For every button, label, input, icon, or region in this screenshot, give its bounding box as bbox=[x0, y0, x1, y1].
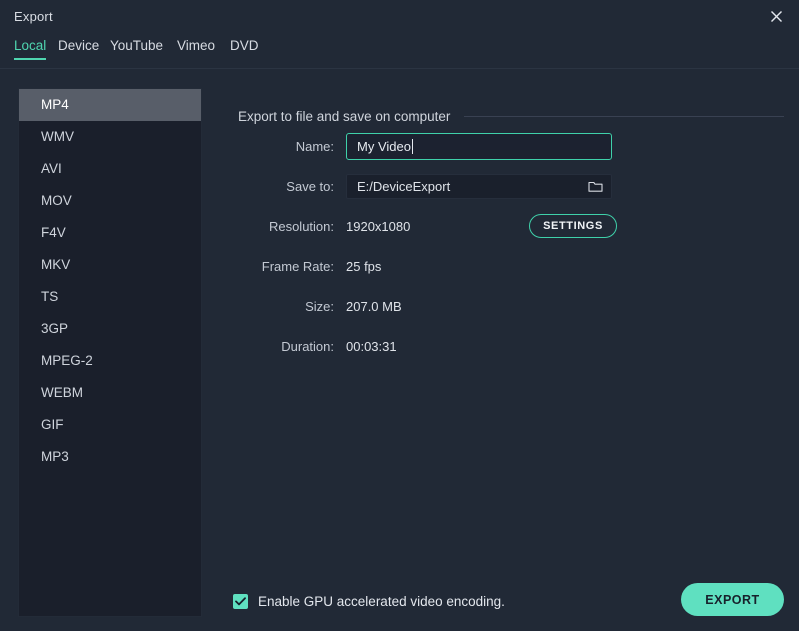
close-button[interactable] bbox=[753, 0, 799, 33]
format-item-f4v[interactable]: F4V bbox=[19, 217, 201, 249]
frame-rate-value: 25 fps bbox=[346, 259, 381, 274]
tab-local[interactable]: Local bbox=[14, 38, 46, 60]
save-to-row: Save to: E:/DeviceExport bbox=[214, 174, 784, 198]
title-bar: Export bbox=[0, 0, 799, 33]
tab-bar: Local Device YouTube Vimeo DVD bbox=[0, 38, 799, 66]
duration-value: 00:03:31 bbox=[346, 339, 397, 354]
size-row: Size: 207.0 MB bbox=[214, 294, 784, 318]
format-item-avi[interactable]: AVI bbox=[19, 153, 201, 185]
format-item-gif[interactable]: GIF bbox=[19, 409, 201, 441]
tab-youtube[interactable]: YouTube bbox=[110, 38, 163, 60]
resolution-value: 1920x1080 bbox=[346, 219, 410, 234]
format-item-mpeg2[interactable]: MPEG-2 bbox=[19, 345, 201, 377]
name-input[interactable]: My Video bbox=[346, 133, 612, 160]
format-item-mkv[interactable]: MKV bbox=[19, 249, 201, 281]
resolution-label: Resolution: bbox=[214, 219, 346, 234]
duration-label: Duration: bbox=[214, 339, 346, 354]
frame-rate-row: Frame Rate: 25 fps bbox=[214, 254, 784, 278]
format-list: MP4 WMV AVI MOV F4V MKV TS 3GP MPEG-2 WE… bbox=[19, 89, 201, 473]
section-header-label: Export to file and save on computer bbox=[238, 109, 450, 124]
format-list-panel: MP4 WMV AVI MOV F4V MKV TS 3GP MPEG-2 WE… bbox=[18, 88, 202, 617]
browse-folder-button[interactable] bbox=[585, 177, 605, 195]
close-icon bbox=[770, 10, 783, 23]
section-header: Export to file and save on computer bbox=[238, 108, 784, 124]
gpu-checkbox[interactable] bbox=[233, 594, 248, 609]
tab-dvd[interactable]: DVD bbox=[230, 38, 259, 60]
save-to-value: E:/DeviceExport bbox=[357, 179, 450, 194]
size-label: Size: bbox=[214, 299, 346, 314]
gpu-checkbox-label: Enable GPU accelerated video encoding. bbox=[258, 594, 505, 609]
text-caret bbox=[412, 139, 413, 154]
window-title: Export bbox=[14, 9, 53, 24]
tab-device[interactable]: Device bbox=[58, 38, 99, 60]
export-dialog: Export Local Device YouTube Vimeo DVD MP… bbox=[0, 0, 799, 631]
check-icon bbox=[235, 597, 246, 606]
export-button[interactable]: EXPORT bbox=[681, 583, 784, 616]
gpu-checkbox-row[interactable]: Enable GPU accelerated video encoding. bbox=[233, 594, 505, 609]
save-to-label: Save to: bbox=[214, 179, 346, 194]
name-input-value: My Video bbox=[357, 139, 411, 154]
export-settings-pane: Export to file and save on computer Name… bbox=[214, 88, 784, 568]
resolution-row: Resolution: 1920x1080 SETTINGS bbox=[214, 214, 784, 238]
folder-icon bbox=[588, 180, 603, 193]
format-item-3gp[interactable]: 3GP bbox=[19, 313, 201, 345]
name-row: Name: My Video bbox=[214, 134, 784, 158]
frame-rate-label: Frame Rate: bbox=[214, 259, 346, 274]
size-value: 207.0 MB bbox=[346, 299, 402, 314]
format-item-webm[interactable]: WEBM bbox=[19, 377, 201, 409]
format-item-mp3[interactable]: MP3 bbox=[19, 441, 201, 473]
format-item-wmv[interactable]: WMV bbox=[19, 121, 201, 153]
settings-button[interactable]: SETTINGS bbox=[529, 214, 617, 238]
tab-vimeo[interactable]: Vimeo bbox=[177, 38, 215, 60]
name-label: Name: bbox=[214, 139, 346, 154]
duration-row: Duration: 00:03:31 bbox=[214, 334, 784, 358]
format-item-mp4[interactable]: MP4 bbox=[19, 89, 201, 121]
tab-divider bbox=[0, 68, 799, 69]
format-item-ts[interactable]: TS bbox=[19, 281, 201, 313]
save-to-input[interactable]: E:/DeviceExport bbox=[346, 174, 612, 199]
format-item-mov[interactable]: MOV bbox=[19, 185, 201, 217]
section-header-divider bbox=[464, 116, 784, 117]
